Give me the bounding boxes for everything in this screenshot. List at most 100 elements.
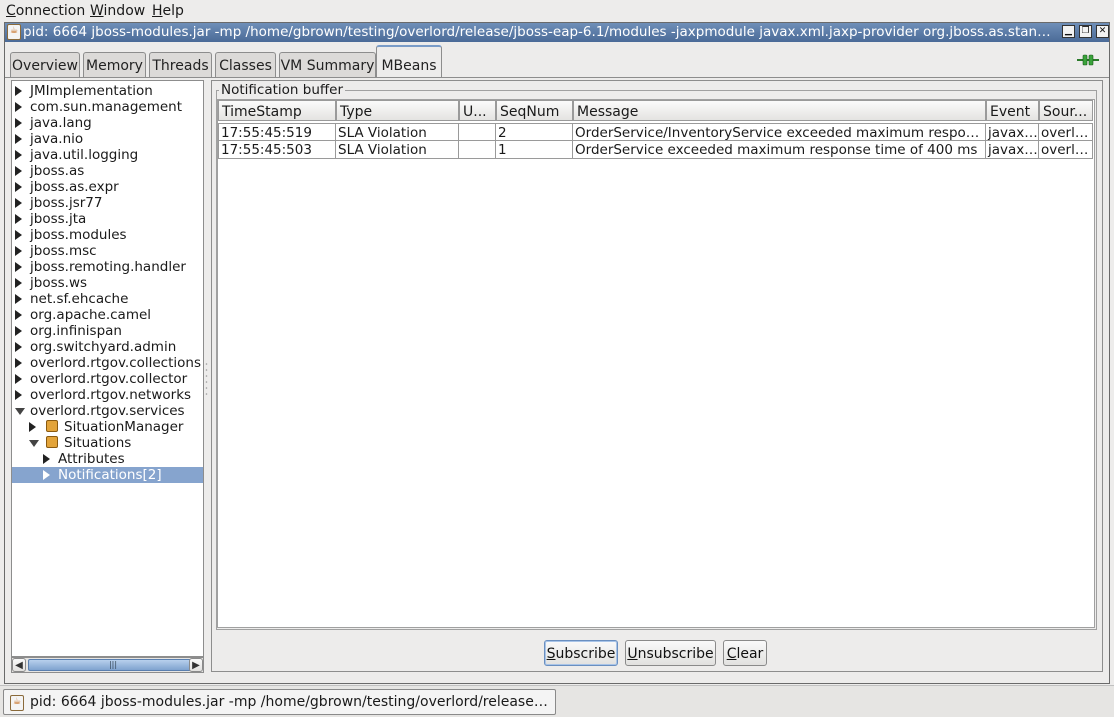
table-cell-timestamp[interactable]: 17:55:45:519: [218, 123, 336, 141]
scroll-thumb[interactable]: |||: [28, 659, 198, 671]
tree-node[interactable]: overlord.rtgov.collections: [12, 355, 203, 371]
minimize-icon[interactable]: ▁: [1062, 25, 1075, 38]
tree-node-label: org.infinispan: [30, 323, 122, 339]
column-header-userdata[interactable]: U...: [459, 100, 496, 121]
table-cell-seqnum[interactable]: 1: [496, 141, 573, 159]
menu-window[interactable]: Window: [90, 3, 145, 19]
tree-node[interactable]: Situations: [12, 435, 203, 451]
table-cell-event[interactable]: javax.management.Notification: [986, 123, 1039, 141]
collapsed-triangle-icon[interactable]: [15, 294, 22, 304]
menu-connection[interactable]: Connection: [6, 3, 85, 19]
tree-node[interactable]: java.nio: [12, 131, 203, 147]
tree-node[interactable]: org.apache.camel: [12, 307, 203, 323]
tree-node[interactable]: org.switchyard.admin: [12, 339, 203, 355]
tree-node[interactable]: org.infinispan: [12, 323, 203, 339]
collapsed-triangle-icon[interactable]: [15, 198, 22, 208]
tab-overview[interactable]: Overview: [10, 52, 80, 77]
table-cell-userdata[interactable]: [459, 141, 496, 159]
tab-threads[interactable]: Threads: [149, 52, 212, 77]
tree-node[interactable]: overlord.rtgov.services: [12, 403, 203, 419]
tree-node-label: jboss.jta: [30, 211, 87, 227]
collapsed-triangle-icon[interactable]: [15, 342, 22, 352]
tab-vm-summary[interactable]: VM Summary: [279, 52, 376, 77]
column-header-timestamp[interactable]: TimeStamp: [218, 100, 336, 121]
table-cell-source[interactable]: overlord.rtgov.services: [1039, 141, 1093, 159]
collapsed-triangle-icon[interactable]: [15, 326, 22, 336]
collapsed-triangle-icon[interactable]: [15, 246, 22, 256]
collapsed-triangle-icon[interactable]: [15, 214, 22, 224]
tab-memory[interactable]: Memory: [83, 52, 146, 77]
collapsed-triangle-icon[interactable]: [15, 150, 22, 160]
column-header-source[interactable]: Sour...: [1039, 100, 1093, 121]
collapsed-triangle-icon[interactable]: [15, 358, 22, 368]
tree-node[interactable]: jboss.msc: [12, 243, 203, 259]
table-cell-source[interactable]: overlord.rtgov.services: [1039, 123, 1093, 141]
java-icon: ☕: [10, 695, 24, 711]
table-cell-seqnum[interactable]: 2: [496, 123, 573, 141]
collapsed-triangle-icon[interactable]: [15, 374, 22, 384]
tree-node[interactable]: overlord.rtgov.collector: [12, 371, 203, 387]
table-cell-event[interactable]: javax.management.Notification: [986, 141, 1039, 159]
tree-node[interactable]: jboss.as.expr: [12, 179, 203, 195]
tree-node[interactable]: Notifications[2]: [12, 467, 203, 483]
tree-node[interactable]: SituationManager: [12, 419, 203, 435]
collapsed-triangle-icon[interactable]: [15, 262, 22, 272]
tree-node[interactable]: jboss.ws: [12, 275, 203, 291]
restore-icon[interactable]: ❐: [1079, 25, 1092, 38]
collapsed-triangle-icon[interactable]: [15, 102, 22, 112]
tree-node[interactable]: java.util.logging: [12, 147, 203, 163]
table-cell-message[interactable]: OrderService exceeded maximum response t…: [573, 141, 986, 159]
collapsed-triangle-icon[interactable]: [15, 134, 22, 144]
expanded-triangle-icon[interactable]: [15, 408, 25, 415]
collapsed-triangle-icon[interactable]: [29, 422, 36, 432]
collapsed-triangle-icon[interactable]: [15, 182, 22, 192]
table-cell-message[interactable]: OrderService/InventoryService exceeded m…: [573, 123, 986, 141]
collapsed-triangle-icon[interactable]: [15, 166, 22, 176]
collapsed-triangle-icon[interactable]: [15, 118, 22, 128]
tree-node-label: com.sun.management: [30, 99, 182, 115]
menu-help[interactable]: Help: [152, 3, 184, 19]
table-cell-timestamp[interactable]: 17:55:45:503: [218, 141, 336, 159]
tab-classes[interactable]: Classes: [215, 52, 276, 77]
expanded-triangle-icon[interactable]: [29, 440, 39, 447]
collapsed-triangle-icon[interactable]: [15, 230, 22, 240]
tree-node[interactable]: jboss.remoting.handler: [12, 259, 203, 275]
tree-node[interactable]: jboss.jta: [12, 211, 203, 227]
tree-node[interactable]: jboss.jsr77: [12, 195, 203, 211]
split-pane-divider[interactable]: [204, 360, 209, 400]
close-icon[interactable]: ✕: [1096, 25, 1109, 38]
column-header-event[interactable]: Event: [986, 100, 1039, 121]
scroll-left-icon[interactable]: ◀: [12, 658, 26, 672]
column-header-seqnum[interactable]: SeqNum: [496, 100, 573, 121]
tab-mbeans[interactable]: MBeans: [376, 45, 442, 78]
tree-node[interactable]: java.lang: [12, 115, 203, 131]
tree-node[interactable]: net.sf.ehcache: [12, 291, 203, 307]
table-cell-type[interactable]: SLA Violation: [336, 123, 459, 141]
clear-button[interactable]: Clear: [723, 640, 767, 666]
unsubscribe-button[interactable]: Unsubscribe: [625, 640, 716, 666]
tree-node[interactable]: jboss.modules: [12, 227, 203, 243]
scroll-right-icon[interactable]: ▶: [189, 658, 203, 672]
notification-table[interactable]: [217, 99, 1095, 628]
column-header-message[interactable]: Message: [573, 100, 986, 121]
table-cell-type[interactable]: SLA Violation: [336, 141, 459, 159]
collapsed-triangle-icon[interactable]: [43, 470, 50, 480]
tree-node[interactable]: jboss.as: [12, 163, 203, 179]
tree-node[interactable]: com.sun.management: [12, 99, 203, 115]
collapsed-triangle-icon[interactable]: [15, 278, 22, 288]
column-header-type[interactable]: Type: [336, 100, 459, 121]
window-title-bar[interactable]: ☕ pid: 6664 jboss-modules.jar -mp /home/…: [5, 23, 1109, 42]
collapsed-triangle-icon[interactable]: [15, 310, 22, 320]
mbean-tree[interactable]: JMImplementation com.sun.management java.l…: [11, 80, 204, 657]
tree-horizontal-scrollbar[interactable]: ◀ ||| ▶: [11, 657, 204, 673]
collapsed-triangle-icon[interactable]: [43, 454, 50, 464]
taskbar-window-button[interactable]: ☕ pid: 6664 jboss-modules.jar -mp /home/…: [3, 689, 556, 715]
collapsed-triangle-icon[interactable]: [15, 86, 22, 96]
tree-node-label: jboss.msc: [30, 243, 97, 259]
tree-node[interactable]: overlord.rtgov.networks: [12, 387, 203, 403]
collapsed-triangle-icon[interactable]: [15, 390, 22, 400]
table-cell-userdata[interactable]: [459, 123, 496, 141]
tree-node[interactable]: Attributes: [12, 451, 203, 467]
subscribe-button[interactable]: Subscribe: [544, 640, 618, 666]
tree-node[interactable]: JMImplementation: [12, 83, 203, 99]
